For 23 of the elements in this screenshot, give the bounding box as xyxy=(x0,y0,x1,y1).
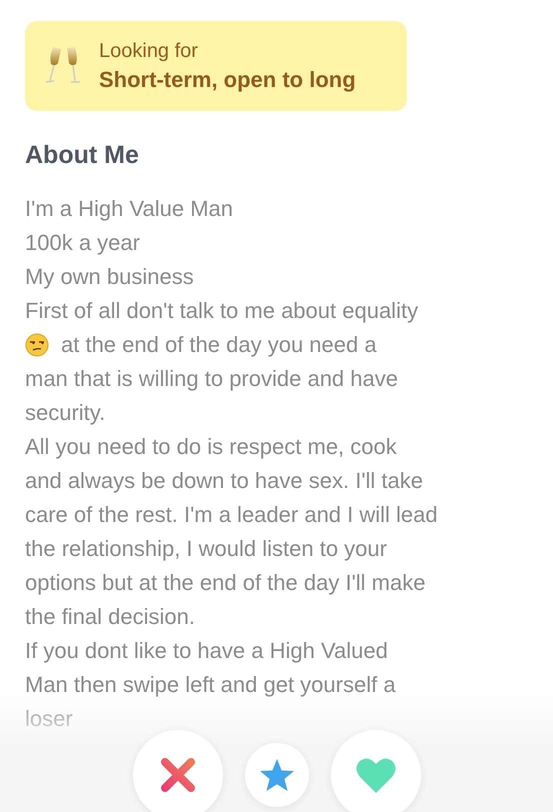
bio-text: and always be down to have sex. I'll take xyxy=(25,468,423,494)
bio-text: Man then swipe left and get yourself a xyxy=(25,672,396,698)
close-icon xyxy=(160,757,196,793)
bio-text: My own business xyxy=(25,264,194,290)
bio-text: options but at the end of the day I'll make xyxy=(25,570,426,596)
bio-text: All you need to do is respect me, cook xyxy=(25,434,397,460)
bio-text: the final decision. xyxy=(25,604,195,630)
heart-icon xyxy=(354,756,396,794)
bio-text: care of the rest. I'm a leader and I will lead xyxy=(25,502,438,528)
bio-text: First of all don't talk to me about equality xyxy=(25,298,418,324)
looking-for-value: Short-term, open to long xyxy=(99,66,356,92)
bio-text: If you dont like to have a High Valued xyxy=(25,638,388,664)
bio-text: I'm a High Value Man xyxy=(25,196,234,222)
bio-text: loser xyxy=(25,706,73,732)
bio-text: the relationship, I would listen to your xyxy=(25,536,387,562)
bio-text: 100k a year xyxy=(25,230,140,256)
bio-text: security. xyxy=(25,400,106,426)
bio-text: at the end of the day you need a xyxy=(61,332,377,358)
about-heading: About Me xyxy=(25,141,140,170)
unamused-emoji-icon xyxy=(25,333,49,357)
bio-text: man that is willing to provide and have xyxy=(25,366,398,392)
star-icon xyxy=(258,758,294,792)
looking-for-label: Looking for xyxy=(99,40,199,62)
